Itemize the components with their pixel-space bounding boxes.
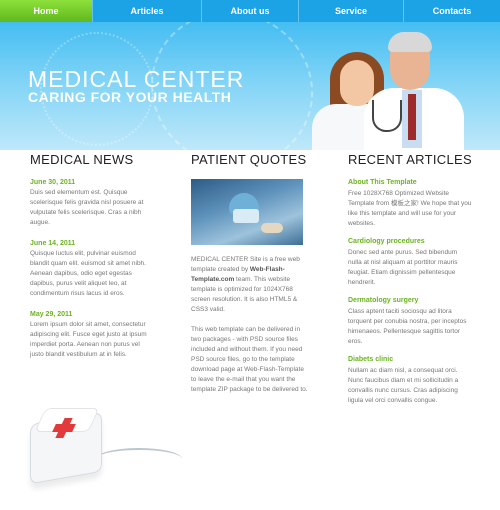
news-item: May 29, 2011 Lorem ipsum dolor sit amet,… [30, 311, 148, 360]
news-column: MEDICAL NEWS June 30, 2011 Duis sed elem… [30, 152, 148, 372]
nav-about-us[interactable]: About us [202, 0, 298, 22]
news-text: Duis sed elementum est. Quisque sceleris… [30, 189, 144, 226]
hero-banner: MEDICAL CENTER CARING FOR YOUR HEALTH [0, 22, 500, 150]
news-date: June 30, 2011 [30, 179, 76, 186]
surgeon-glove [261, 223, 283, 233]
article-title-link[interactable]: Dermatology surgery [348, 297, 472, 304]
site-tagline: CARING FOR YOUR HEALTH [28, 89, 232, 105]
article-item: Diabets clinic Nullam ac diam nisl, a co… [348, 356, 472, 406]
quotes-column: PATIENT QUOTES MEDICAL CENTER Site is a … [191, 152, 309, 405]
main-nav: Home Articles About us Service Contacts [0, 0, 500, 22]
news-item: June 14, 2011 Quisque luctus elit, pulvi… [30, 240, 148, 299]
article-item: Cardiology procedures Donec sed ante pur… [348, 238, 472, 288]
nav-home[interactable]: Home [0, 0, 92, 22]
nav-articles[interactable]: Articles [93, 0, 201, 22]
news-heading: MEDICAL NEWS [30, 152, 134, 167]
quote-paragraph: This web template can be delivered in tw… [191, 326, 308, 393]
article-text: Donec sed ante purus. Sed bibendum nulla… [348, 249, 458, 286]
article-text: Class aptent taciti sociosqu ad litora t… [348, 308, 467, 345]
article-title-link[interactable]: About This Template [348, 179, 472, 186]
doctor-woman-face [340, 60, 374, 106]
nav-contacts[interactable]: Contacts [404, 0, 500, 22]
news-date: May 29, 2011 [30, 311, 73, 318]
nav-service[interactable]: Service [299, 0, 403, 22]
stethoscope-icon [372, 100, 402, 132]
article-title-link[interactable]: Cardiology procedures [348, 238, 472, 245]
articles-heading: RECENT ARTICLES [348, 152, 472, 167]
article-text: Free 1028X768 Optimized Website Template… [348, 190, 472, 227]
doctor-man-tie [408, 94, 416, 140]
news-date: June 14, 2011 [30, 240, 76, 247]
kit-cable [96, 448, 182, 470]
article-item: Dermatology surgery Class aptent taciti … [348, 297, 472, 347]
doctor-man-hair [388, 32, 432, 52]
first-aid-kit-icon [30, 402, 182, 485]
quote-paragraph: MEDICAL CENTER Site is a free web templa… [191, 255, 309, 315]
news-item: June 30, 2011 Duis sed elementum est. Qu… [30, 179, 148, 228]
surgeon-photo [191, 179, 303, 245]
red-cross-icon [52, 424, 76, 432]
article-text: Nullam ac diam nisl, a consequat orci. N… [348, 367, 459, 404]
quotes-heading: PATIENT QUOTES [191, 152, 307, 167]
surgeon-mask [233, 209, 259, 223]
article-item: About This Template Free 1028X768 Optimi… [348, 179, 472, 229]
articles-column: RECENT ARTICLES About This Template Free… [348, 152, 472, 415]
article-title-link[interactable]: Diabets clinic [348, 356, 472, 363]
news-text: Quisque luctus elit, pulvinar euismod bl… [30, 250, 146, 297]
news-text: Lorem ipsum dolor sit amet, consectetur … [30, 321, 147, 358]
